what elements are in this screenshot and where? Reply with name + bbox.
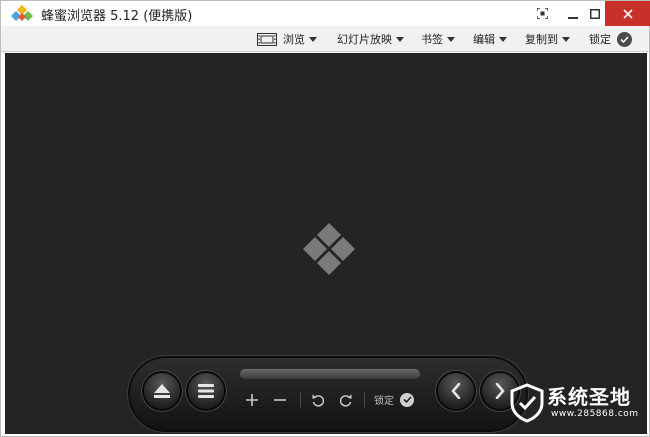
playback-control-bar: 锁定 [127, 355, 529, 433]
browse-menu[interactable]: 浏览 [257, 30, 317, 48]
rotate-left-icon [312, 394, 325, 407]
previous-image-button[interactable] [436, 371, 476, 411]
edit-menu[interactable]: 编辑 [473, 30, 507, 48]
eject-button[interactable] [142, 371, 182, 411]
chevron-down-icon [309, 36, 317, 42]
app-window: 蜂蜜浏览器 5.12 (便携版) 浏览 幻灯片放映 书签 编辑 复制到 锁定 锁… [0, 0, 650, 437]
chevron-left-icon [451, 383, 461, 399]
divider [300, 392, 301, 408]
lock-toggle-control[interactable]: 锁定 [374, 392, 414, 407]
slideshow-label: 幻灯片放映 [337, 33, 392, 46]
minimize-icon [568, 16, 578, 19]
chevron-down-icon [562, 36, 570, 42]
watermark-text: 系统圣地 [547, 385, 631, 409]
edit-label: 编辑 [473, 33, 495, 46]
check-circle-icon [400, 392, 414, 407]
plus-icon [246, 394, 258, 406]
eject-icon [154, 384, 170, 398]
seek-slider[interactable] [240, 369, 420, 379]
menu-icon [198, 384, 214, 398]
close-button[interactable] [605, 1, 650, 26]
chevron-right-icon [495, 383, 505, 399]
filmstrip-icon [257, 32, 277, 46]
shield-icon [510, 383, 544, 423]
honeyview-logo-icon [11, 5, 33, 21]
fullscreen-button[interactable] [527, 1, 557, 26]
rotate-left-button[interactable] [306, 388, 330, 412]
maximize-icon [590, 8, 600, 19]
toolbar: 浏览 幻灯片放映 书签 编辑 复制到 锁定 [1, 26, 649, 52]
menu-button[interactable] [186, 371, 226, 411]
close-icon [623, 8, 633, 19]
fullscreen-icon [536, 8, 548, 19]
watermark-url: www.285868.com [551, 409, 639, 419]
honeyview-diamond-icon [303, 223, 355, 275]
rotate-right-icon [339, 394, 352, 407]
browse-label: 浏览 [283, 33, 305, 46]
rotate-right-button[interactable] [334, 388, 358, 412]
zoom-in-button[interactable] [240, 388, 264, 412]
bookmarks-label: 书签 [421, 33, 443, 46]
chevron-down-icon [499, 36, 507, 42]
chevron-down-icon [396, 36, 404, 42]
chevron-down-icon [447, 36, 455, 42]
check-circle-icon [617, 31, 632, 47]
copy-to-label: 复制到 [525, 33, 558, 46]
bookmarks-menu[interactable]: 书签 [421, 30, 455, 48]
copy-to-menu[interactable]: 复制到 [525, 30, 570, 48]
site-watermark: 系统圣地 www.285868.com [507, 377, 647, 433]
divider [364, 392, 365, 408]
lock-toggle[interactable]: 锁定 [589, 30, 632, 48]
minus-icon [274, 399, 286, 401]
window-title: 蜂蜜浏览器 5.12 (便携版) [41, 9, 193, 24]
title-bar: 蜂蜜浏览器 5.12 (便携版) [1, 1, 650, 26]
lock-label: 锁定 [589, 33, 611, 46]
lock-control-label: 锁定 [374, 396, 394, 407]
zoom-out-button[interactable] [268, 388, 292, 412]
slideshow-menu[interactable]: 幻灯片放映 [337, 30, 404, 48]
